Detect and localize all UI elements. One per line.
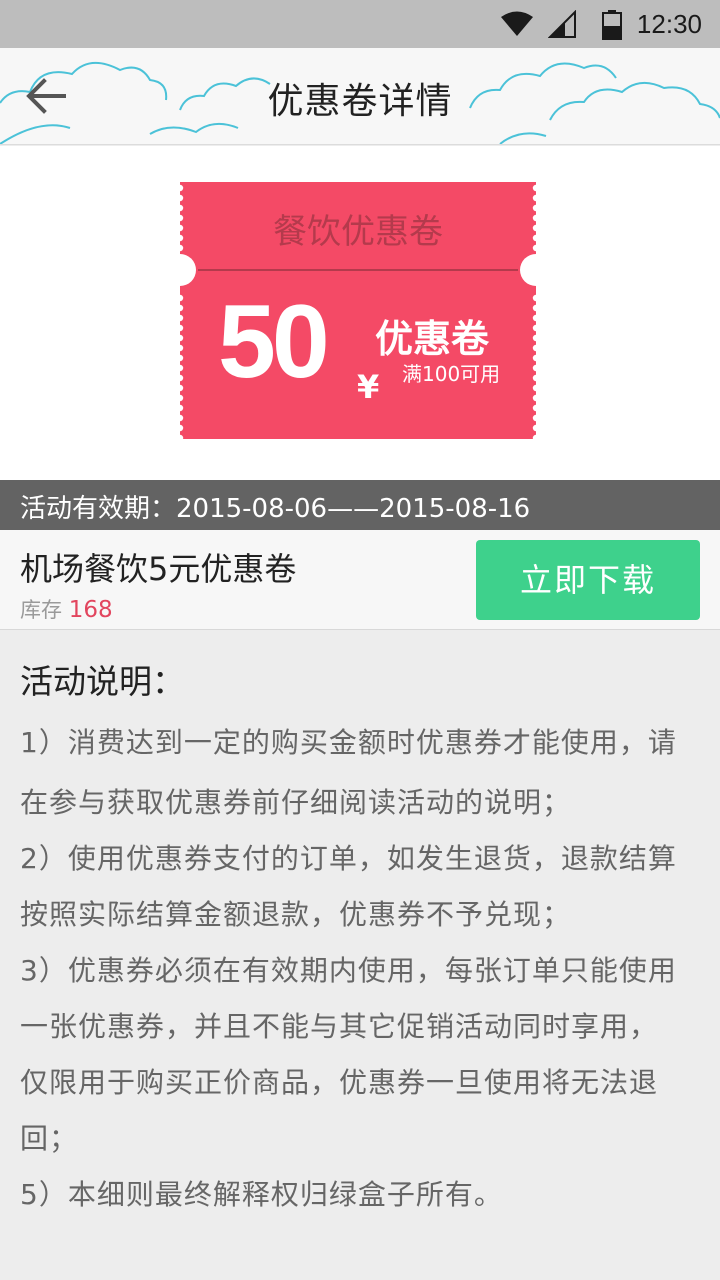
app-header: 优惠卷详情 [0,48,720,145]
download-button[interactable]: 立即下载 [476,540,700,620]
stock-info: 库存 168 [20,594,113,624]
description-line: 2）使用优惠券支付的订单，如发生退货，退款结算 [20,842,677,875]
status-time: 12:30 [636,9,702,39]
coupon-amount: 50 [218,284,330,400]
coupon-name: 机场餐饮5元优惠卷 [20,550,297,588]
description-line: 仅限用于购买正价商品，优惠券一旦使用将无法退 [20,1066,659,1099]
coupon-condition: 满100可用 [402,362,501,386]
stock-value: 168 [68,597,113,623]
description-line: 一张优惠券，并且不能与其它促销活动同时享用， [20,1010,659,1043]
coupon-ticket: 餐饮优惠卷 50 ¥ 优惠卷 满100可用 [180,182,536,439]
coupon-item-row: 机场餐饮5元优惠卷 库存 168 立即下载 [0,530,720,630]
coupon-heading: 餐饮优惠卷 [273,212,443,252]
description-line: 在参与获取优惠券前仔细阅读活动的说明； [20,786,572,819]
validity-bar: 活动有效期：2015-08-06——2015-08-16 [0,480,720,530]
description-line: 5）本细则最终解释权归绿盒子所有。 [20,1178,503,1211]
description-line: 3）优惠券必须在有效期内使用，每张订单只能使用 [20,954,677,987]
description-line: 按照实际结算金额退款，优惠券不予兑现； [20,898,572,931]
activity-description: 活动说明： 1）消费达到一定的购买金额时优惠券才能使用，请 在参与获取优惠券前仔… [20,655,700,1223]
wifi-icon [501,11,533,36]
coupon-label: 优惠卷 [375,317,490,361]
battery-icon [602,10,622,40]
description-line: 1）消费达到一定的购买金额时优惠券才能使用，请 [20,726,677,759]
description-title: 活动说明： [20,662,185,701]
page-title: 优惠卷详情 [267,81,453,122]
status-bar: 12:30 [0,0,720,48]
signal-icon [548,10,576,38]
description-line: 回； [20,1122,79,1155]
coupon-area: 餐饮优惠卷 50 ¥ 优惠卷 满100可用 [0,146,720,480]
coupon-currency: ¥ [357,368,380,406]
stock-label: 库存 [20,598,62,622]
